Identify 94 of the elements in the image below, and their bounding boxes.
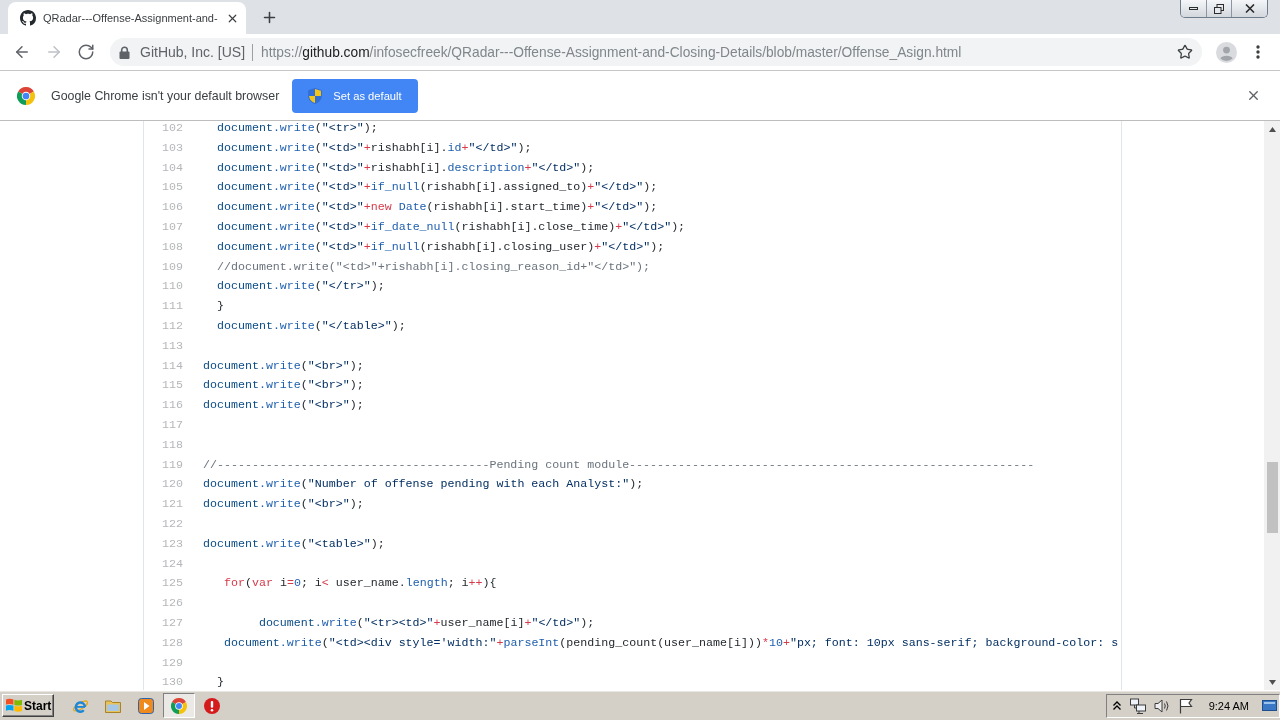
line-number: 118 xyxy=(162,437,183,451)
exclamation-circle-icon xyxy=(204,697,220,714)
line-number: 114 xyxy=(162,358,183,372)
code-line: document.write("<table>"); xyxy=(203,536,385,550)
code-line: document.write("<td>"+rishabh[i].description+"</td>"); xyxy=(217,160,595,174)
line-number: 108 xyxy=(162,239,183,253)
volume-button[interactable] xyxy=(1153,698,1170,713)
code-line: document.write("<td>"+if_date_null(rishabh[i].close_time)+"</td>"); xyxy=(217,220,686,233)
code-line: document.write("</table>"); xyxy=(217,318,406,332)
play-tile-icon xyxy=(138,697,154,714)
menu-icon xyxy=(1256,45,1260,59)
close-icon xyxy=(1244,4,1255,13)
speaker-icon xyxy=(1153,698,1170,713)
line-number: 105 xyxy=(162,180,183,194)
chrome-logo-icon xyxy=(17,86,35,105)
code-line: //---------------------------------------Pending count module---------------------------------------------------------- xyxy=(203,457,1035,471)
scroll-up-icon[interactable] xyxy=(1268,126,1276,132)
restore-icon xyxy=(1214,3,1224,14)
network-icon xyxy=(1129,697,1146,714)
line-number: 129 xyxy=(162,655,183,669)
browser-tab[interactable]: QRadar---Offense-Assignment-and- xyxy=(8,2,246,34)
line-number: 104 xyxy=(162,160,183,174)
line-number: 103 xyxy=(162,140,183,154)
code-line: document.write("<br>"); xyxy=(203,398,364,412)
line-number: 124 xyxy=(162,556,183,570)
lock-icon xyxy=(119,45,130,59)
line-number: 125 xyxy=(162,576,183,590)
action-center-button[interactable] xyxy=(1178,697,1193,714)
taskbar-clock: 9:24 AM xyxy=(1208,699,1249,712)
line-number: 115 xyxy=(162,378,183,392)
line-number: 128 xyxy=(162,635,183,649)
avatar-icon xyxy=(1215,41,1237,63)
github-logo-icon xyxy=(20,10,36,26)
restore-button[interactable] xyxy=(1206,0,1231,17)
line-number: 120 xyxy=(162,477,183,491)
code-line: document.write("<td>"+new Date(rishabh[i].start_time)+"</td>"); xyxy=(217,200,658,214)
star-icon[interactable] xyxy=(1177,44,1193,60)
infobar-message: Google Chrome isn't your default browser xyxy=(51,88,280,103)
code-line: } xyxy=(217,299,224,313)
scrollbar[interactable] xyxy=(1264,121,1280,690)
code-line: for(var i=0; i< user_name.length; i++){ xyxy=(223,576,497,590)
line-number: 112 xyxy=(162,318,183,332)
code-line: document.write("<td>"+if_null(rishabh[i].assigned_to)+"</td>"); xyxy=(217,180,658,194)
code-line: document.write("<br>"); xyxy=(203,497,364,511)
line-number: 122 xyxy=(162,516,183,530)
line-number: 113 xyxy=(162,338,183,352)
line-number: 127 xyxy=(162,615,183,629)
line-number: 106 xyxy=(162,200,183,214)
line-number: 130 xyxy=(162,675,183,689)
site-info-button[interactable]: GitHub, Inc. [US] xyxy=(119,44,246,60)
chrome-logo-icon xyxy=(171,697,187,714)
code-line: document.write("<br>"); xyxy=(203,358,364,372)
line-number: 123 xyxy=(162,536,183,550)
line-number: 110 xyxy=(162,279,183,293)
code-line: } xyxy=(217,675,224,689)
shield-icon xyxy=(308,87,323,104)
code-line: document.write("<tr>"); xyxy=(217,121,378,134)
arrow-right-icon xyxy=(45,43,63,61)
line-number: 109 xyxy=(162,259,183,273)
line-number: 102 xyxy=(162,121,183,134)
address-bar[interactable]: GitHub, Inc. [US] https://github.com/infosecfreek/QRadar---Offense-Assignment-and-Closing-Details/blob/master/Offense_Asign.html xyxy=(110,38,1202,66)
tray-expand-button[interactable] xyxy=(1112,701,1121,710)
code-line: document.write("<td>"+if_null(rishabh[i].closing_user)+"</td>"); xyxy=(217,239,665,253)
code-line: document.write("<br>"); xyxy=(203,378,364,392)
set-default-button[interactable]: Set as default xyxy=(292,78,418,113)
chevron-up-icon xyxy=(1112,701,1121,710)
minimize-button[interactable] xyxy=(1181,0,1206,17)
line-number: 116 xyxy=(162,398,183,412)
desktop-icon xyxy=(1262,700,1277,711)
reload-icon xyxy=(77,43,95,61)
code-line: document.write("</tr>"); xyxy=(217,279,385,293)
flag-icon xyxy=(1178,697,1193,714)
line-number: 121 xyxy=(162,497,183,511)
code-line: document.write("<td>"+rishabh[i].id+"</td>"); xyxy=(217,140,532,154)
code-line: //document.write("<td>"+rishabh[i].closing_reason_id+"</td>"); xyxy=(217,259,651,273)
code-line: document.write("<tr><td>"+user_name[i]+"</td>"); xyxy=(258,615,595,629)
window-close-button[interactable] xyxy=(1231,0,1267,17)
windows-logo-icon xyxy=(6,698,22,713)
folder-icon xyxy=(105,698,121,713)
line-number: 117 xyxy=(162,417,183,431)
chrome-taskbar-button[interactable] xyxy=(163,693,195,718)
ie-logo-icon xyxy=(71,697,89,714)
scrollbar-thumb[interactable] xyxy=(1266,462,1278,533)
network-button[interactable] xyxy=(1129,697,1146,714)
line-number: 126 xyxy=(162,596,183,610)
code-line: document.write("Number of offense pending with each Analyst:"); xyxy=(203,477,644,491)
line-number: 107 xyxy=(162,220,183,233)
code-line: document.write("<td><div style='width:"+parseInt(pending_count(user_name[i]))*10+"px; font: 10px sans-serif; background-color: s xyxy=(223,635,1119,649)
start-button[interactable]: Start xyxy=(2,694,54,717)
scroll-down-icon[interactable] xyxy=(1268,679,1276,685)
line-number: 119 xyxy=(162,457,183,471)
show-desktop-button[interactable] xyxy=(1262,700,1277,711)
minimize-icon xyxy=(1189,7,1198,10)
line-number: 111 xyxy=(162,299,183,313)
